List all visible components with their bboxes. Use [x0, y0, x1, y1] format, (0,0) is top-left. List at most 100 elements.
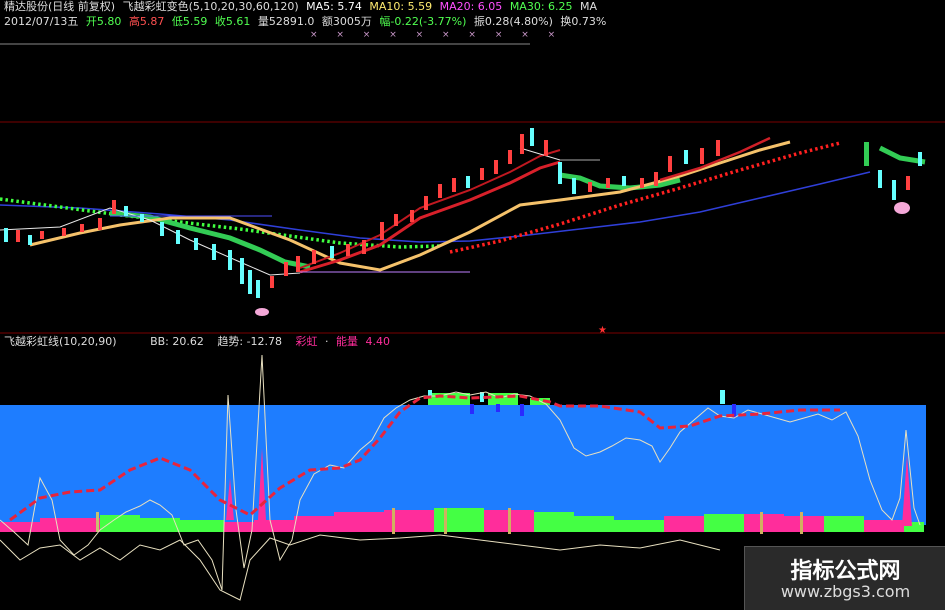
price-panel: ★ [0, 128, 926, 336]
indicator-header: 飞越彩虹线(10,20,90) BB: 20.62 趋势: -12.78 彩虹 … [4, 335, 394, 349]
candle [228, 250, 232, 270]
price-header-row-1: 精达股份(日线 前复权) 飞越彩虹变色(5,10,20,30,60,120) M… [4, 0, 601, 14]
ma120-line [0, 171, 871, 243]
marker-pink [255, 308, 269, 316]
open-label: 开5.80 [85, 15, 122, 28]
ma20-value: MA20: 6.05 [439, 0, 503, 13]
watermark-title: 指标公式网 [790, 559, 901, 584]
candle [248, 270, 252, 294]
lower-wiggle [0, 534, 721, 601]
candle [906, 176, 910, 190]
candle [256, 280, 260, 298]
candle [4, 228, 8, 242]
candle [878, 170, 882, 188]
ma30-value: MA30: 6.25 [509, 0, 573, 13]
ma30-line [29, 140, 791, 272]
low-label: 低5.59 [171, 15, 208, 28]
candle [194, 238, 198, 250]
candle [296, 256, 300, 272]
ma60-dotted-line [0, 197, 441, 249]
candle [892, 180, 896, 200]
amplitude-label: 振0.28(4.80%) [473, 15, 553, 28]
energy-label: 能量 [336, 335, 359, 348]
candle [654, 172, 658, 186]
chart-canvas: ★ [0, 43, 945, 601]
candle [124, 206, 128, 216]
candle [98, 218, 102, 230]
cap-tick [720, 390, 725, 404]
cap-tick-down [520, 404, 524, 416]
change-label: 幅-0.22(-3.77%) [379, 15, 467, 28]
candle [684, 150, 688, 164]
ma10-value: MA10: 5.59 [369, 0, 433, 13]
candle [424, 196, 428, 210]
marker-star: ★ [598, 325, 607, 336]
candle [480, 168, 484, 180]
stock-name: 精达股份(日线 前复权) [4, 0, 116, 13]
rainbow-label: 彩虹 [295, 335, 318, 348]
candle [520, 134, 524, 154]
cap-tick-down [470, 404, 474, 414]
candle [212, 244, 216, 260]
candle [28, 235, 32, 245]
candle [558, 162, 562, 184]
candle [362, 240, 366, 254]
candle [160, 222, 164, 236]
candle [668, 156, 672, 172]
candle [346, 244, 350, 256]
candle [508, 150, 512, 164]
candle [284, 262, 288, 276]
ma20-line [299, 160, 561, 274]
marker-glyphs: × × × × × × × × × × [310, 30, 564, 40]
candle [466, 176, 470, 188]
candle [588, 182, 592, 192]
candle [572, 178, 576, 194]
candle [452, 178, 456, 192]
trend-value: 趋势: -12.78 [217, 335, 283, 348]
candle [918, 152, 922, 166]
high-label: 高5.87 [128, 15, 165, 28]
candle [606, 178, 610, 188]
candle [176, 230, 180, 244]
candle [864, 142, 869, 166]
marker-pink [894, 202, 910, 214]
candle [240, 258, 244, 284]
candle [62, 228, 66, 236]
candle [544, 140, 548, 156]
ma5-value: MA5: 5.74 [306, 0, 362, 13]
candle [312, 250, 316, 264]
candle [394, 214, 398, 226]
energy-value: 4.40 [365, 335, 391, 348]
ma5-line-right [519, 147, 600, 161]
ma-more: MA [580, 0, 598, 13]
turnover-label: 换0.73% [560, 15, 607, 28]
indicator-title: 飞越彩虹变色(5,10,20,30,60,120) [122, 0, 299, 13]
marker-row: × × × × × × × × × × [4, 28, 567, 42]
separator: · [325, 335, 329, 348]
amount-label: 额3005万 [321, 15, 372, 28]
ma10-line-right [659, 136, 771, 182]
candle [16, 230, 20, 242]
watermark-box: 指标公式网 www.zbgs3.com [744, 546, 945, 610]
date-label: 2012/07/13五 [4, 15, 79, 28]
candle [640, 178, 644, 188]
candle [438, 184, 442, 198]
candle [112, 200, 116, 214]
price-header-row-2: 2012/07/13五 开5.80 高5.87 低5.59 收5.61 量528… [4, 15, 610, 29]
watermark-url: www.zbgs3.com [780, 582, 911, 601]
candle [80, 224, 84, 232]
close-label: 收5.61 [214, 15, 251, 28]
candle [700, 148, 704, 164]
candle [410, 210, 414, 222]
candle [494, 160, 498, 174]
candle [380, 222, 384, 240]
candle [530, 128, 534, 146]
candle [622, 176, 626, 186]
candle [270, 276, 274, 288]
candle [330, 246, 334, 258]
volume-label: 量52891.0 [257, 15, 315, 28]
candle [716, 140, 720, 156]
cap-tick-down [496, 404, 500, 412]
bb-value: BB: 20.62 [150, 335, 204, 348]
candle [140, 214, 144, 222]
